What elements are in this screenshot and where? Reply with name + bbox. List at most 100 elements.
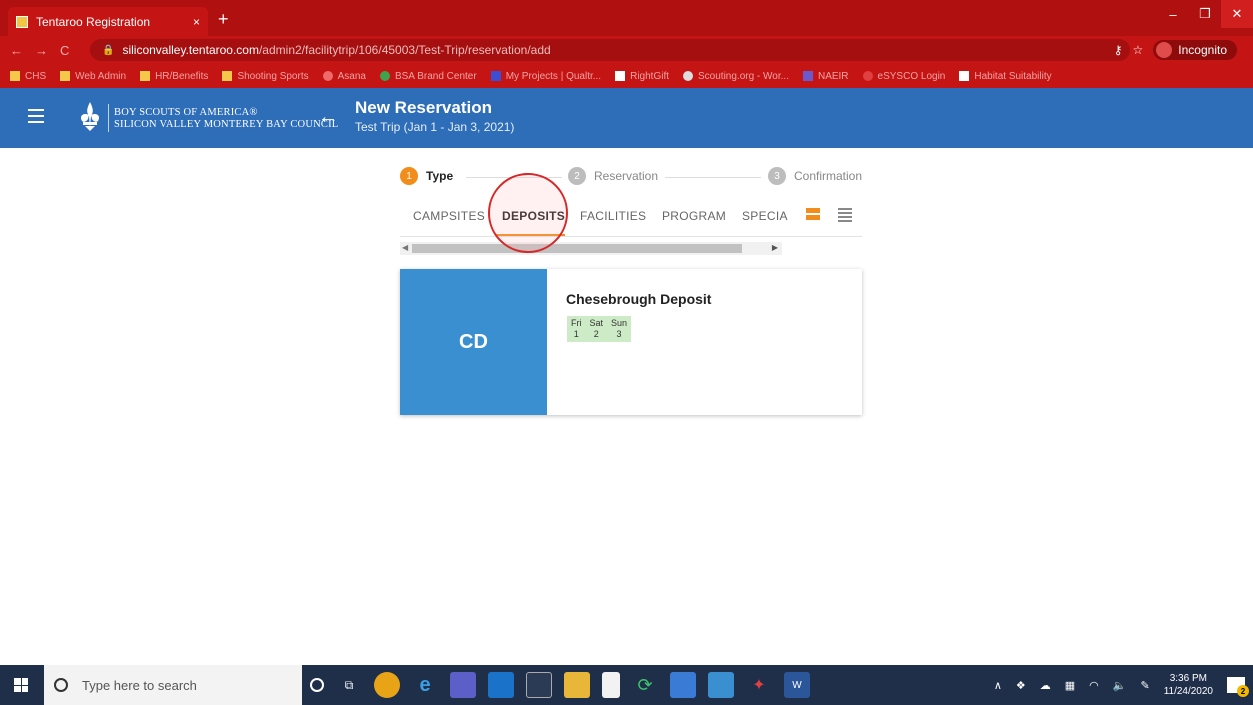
tabs-scrollbar[interactable]: ◀ ▶	[400, 242, 782, 255]
scrollbar-thumb[interactable]	[412, 244, 742, 253]
bookmark-item[interactable]: My Projects | Qualtr...	[490, 71, 601, 82]
task-view-icon[interactable]: ⧉	[336, 672, 362, 698]
taskbar-clock[interactable]: 3:36 PM 11/24/2020	[1164, 672, 1213, 698]
window-controls: – ❐ ✕	[1157, 0, 1253, 28]
minimize-window-button[interactable]: –	[1157, 0, 1189, 28]
taskbar-search-input[interactable]: Type here to search	[44, 665, 302, 705]
app-icon[interactable]	[526, 672, 552, 698]
calculator-icon[interactable]	[670, 672, 696, 698]
search-placeholder: Type here to search	[82, 677, 197, 693]
app-header: BOY SCOUTS OF AMERICA® SILICON VALLEY MO…	[0, 88, 1253, 148]
naeir-icon	[802, 71, 813, 81]
windows-start-icon[interactable]	[14, 678, 28, 692]
search-icon	[54, 678, 68, 692]
bsa-icon	[379, 71, 390, 81]
back-nav-icon[interactable]: ←	[10, 43, 23, 58]
cortana-icon[interactable]	[310, 678, 324, 692]
deposit-card[interactable]: CD Chesebrough Deposit Fri 1 Sat 2 Sun 3	[400, 269, 862, 415]
asana-icon	[322, 71, 333, 81]
bookmark-item[interactable]: Shooting Sports	[222, 71, 309, 82]
bookmark-item[interactable]: eSYSCO Login	[862, 71, 945, 82]
lock-icon: 🔒	[102, 44, 115, 56]
tab-special[interactable]: SPECIA	[742, 209, 788, 223]
browser-tab-title: Tentaroo Registration	[36, 14, 151, 29]
browser-tab[interactable]: Tentaroo Registration ×	[8, 7, 208, 36]
availability-day: Sun 3	[611, 318, 628, 339]
step-number: 1	[400, 167, 418, 185]
step-label: Type	[426, 169, 454, 183]
notification-icon[interactable]: 2	[1227, 677, 1249, 697]
folder-icon	[60, 71, 71, 81]
sync-icon[interactable]: ⟳	[632, 672, 658, 698]
url-host: siliconvalley.tentaroo.com	[122, 43, 259, 57]
key-icon[interactable]: ⚷	[1114, 43, 1123, 57]
list-view-icon[interactable]	[838, 208, 852, 222]
bsa-fleur-de-lis-icon	[80, 102, 100, 131]
bookmark-item[interactable]: CHS	[10, 71, 46, 82]
close-window-button[interactable]: ✕	[1221, 0, 1253, 28]
step-number: 3	[768, 167, 786, 185]
teams-icon[interactable]	[450, 672, 476, 698]
reload-icon[interactable]: C	[60, 43, 69, 58]
star-bookmark-icon[interactable]: ☆	[1133, 43, 1144, 57]
chevron-up-icon[interactable]: ∧	[994, 679, 1002, 692]
bookmarks-bar: CHS Web Admin HR/Benefits Shooting Sport…	[0, 64, 1253, 88]
card-view-icon[interactable]	[806, 208, 820, 220]
step-connector	[665, 177, 761, 178]
reservation-stepper: 1 Type 2 Reservation 3 Confirmation	[400, 167, 862, 189]
chrome-icon[interactable]	[374, 672, 400, 698]
tab-facilities[interactable]: FACILITIES	[580, 209, 646, 223]
availability-day: Fri 1	[571, 318, 582, 339]
new-tab-icon[interactable]: +	[218, 9, 229, 30]
hamburger-menu-icon[interactable]	[28, 109, 44, 123]
restore-window-button[interactable]: ❐	[1189, 0, 1221, 28]
mail-icon[interactable]	[708, 672, 734, 698]
step-label: Reservation	[594, 169, 659, 183]
qualtrics-icon	[490, 71, 501, 81]
step-confirmation: 3 Confirmation	[768, 167, 862, 185]
url-path: /admin2/facilitytrip/106/45003/Test-Trip…	[258, 43, 551, 57]
habitat-icon	[959, 71, 970, 81]
tab-program[interactable]: PROGRAM	[662, 209, 726, 223]
address-bar-actions: ⚷ ☆ Incognito	[1114, 40, 1237, 60]
file-explorer-icon[interactable]	[564, 672, 590, 698]
volume-icon[interactable]: 🔈	[1113, 679, 1127, 692]
bookmark-item[interactable]: HR/Benefits	[140, 71, 208, 82]
click-highlight-circle	[488, 173, 568, 253]
folder-icon	[222, 71, 233, 81]
bookmark-item[interactable]: Asana	[322, 71, 366, 82]
back-arrow-icon[interactable]: ←	[318, 106, 338, 129]
forward-nav-icon[interactable]: →	[35, 43, 48, 58]
pen-icon[interactable]: ✎	[1140, 679, 1149, 692]
tab-campsites[interactable]: CAMPSITES	[413, 209, 485, 223]
dropbox-icon[interactable]: ❖	[1016, 679, 1026, 692]
step-label: Confirmation	[794, 169, 863, 183]
bookmark-item[interactable]: RightGift	[615, 71, 669, 82]
network-icon[interactable]: ▦	[1065, 679, 1075, 692]
address-bar: ← → C 🔒 siliconvalley.tentaroo.com /admi…	[0, 36, 1253, 64]
close-tab-icon[interactable]: ×	[193, 15, 200, 29]
rightgift-icon	[615, 71, 626, 81]
wifi-icon[interactable]: ◠	[1089, 679, 1099, 692]
edge-icon[interactable]: e	[412, 672, 438, 698]
scroll-right-icon[interactable]: ▶	[772, 243, 778, 252]
logo-divider	[108, 104, 109, 132]
word-icon[interactable]: W	[784, 672, 810, 698]
page-subtitle: Test Trip (Jan 1 - Jan 3, 2021)	[355, 120, 515, 134]
url-input[interactable]: 🔒 siliconvalley.tentaroo.com /admin2/fac…	[90, 39, 1130, 61]
cloud-icon[interactable]: ☁	[1040, 679, 1051, 692]
bookmark-item[interactable]: BSA Brand Center	[379, 71, 477, 82]
availability-day: Sat 2	[589, 318, 604, 339]
bookmark-item[interactable]: Habitat Suitability	[959, 71, 1052, 82]
incognito-label: Incognito	[1178, 43, 1227, 57]
document-icon[interactable]	[602, 672, 620, 698]
sysco-icon	[862, 71, 873, 81]
system-tray: ∧ ❖ ☁ ▦ ◠ 🔈 ✎ 3:36 PM 11/24/2020 2	[994, 665, 1253, 705]
bookmark-item[interactable]: Scouting.org - Wor...	[683, 71, 789, 82]
scroll-left-icon[interactable]: ◀	[402, 243, 408, 252]
outlook-icon[interactable]	[488, 672, 514, 698]
bookmark-item[interactable]: NAEIR	[802, 71, 849, 82]
incognito-button[interactable]: Incognito	[1153, 40, 1237, 60]
app-icon[interactable]: ✦	[746, 672, 772, 698]
bookmark-item[interactable]: Web Admin	[60, 71, 126, 82]
